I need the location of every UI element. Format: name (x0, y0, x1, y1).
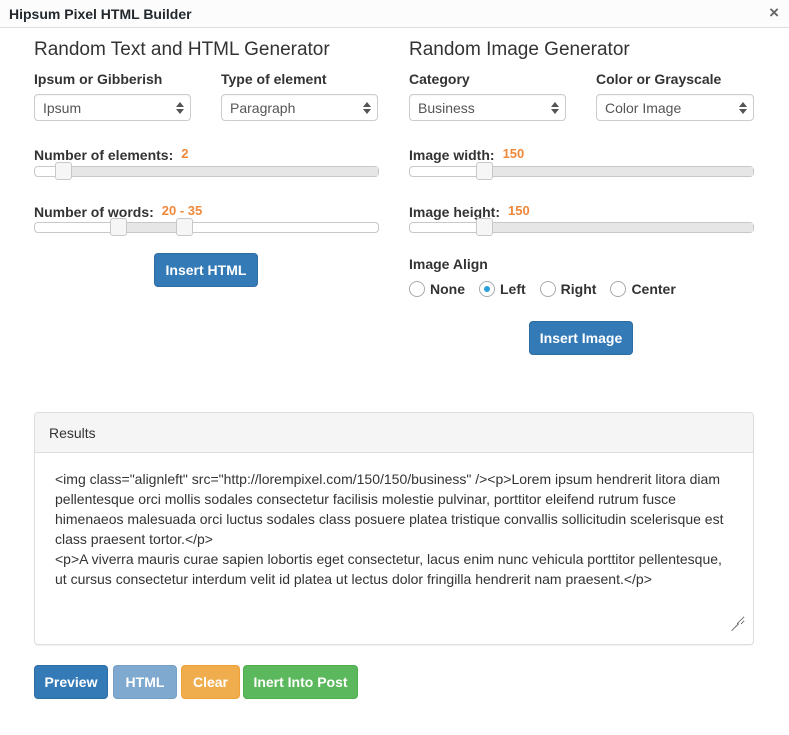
insert-html-button[interactable]: Insert HTML (154, 253, 258, 287)
select-arrows-icon (363, 99, 371, 115)
close-icon[interactable]: × (769, 4, 779, 22)
elements-slider-handle[interactable] (55, 162, 73, 180)
radio-label: Right (560, 281, 597, 297)
radio-button[interactable] (409, 281, 425, 297)
select-arrows-icon (551, 99, 559, 115)
category-select-value: Business (418, 100, 475, 116)
words-slider-handle-max[interactable] (176, 218, 194, 236)
align-option-left[interactable]: Left (479, 281, 526, 297)
image-align-label: Image Align (409, 256, 488, 272)
type-select[interactable]: Paragraph (221, 94, 378, 121)
image-height-slider-track (484, 223, 753, 232)
image-width-value: 150 (502, 146, 525, 161)
words-slider-range (118, 223, 185, 232)
align-option-right[interactable]: Right (539, 281, 597, 297)
image-height-value: 150 (508, 203, 530, 218)
resize-handle-icon[interactable] (731, 616, 739, 624)
category-label: Category (409, 71, 470, 87)
words-slider[interactable] (34, 218, 379, 236)
words-value: 20 - 35 (161, 203, 203, 218)
select-arrows-icon (176, 99, 184, 115)
ipsum-select[interactable]: Ipsum (34, 94, 191, 121)
color-select[interactable]: Color Image (596, 94, 754, 121)
clear-button[interactable]: Clear (181, 665, 240, 699)
radio-button[interactable] (610, 281, 627, 297)
elements-value: 2 (181, 146, 189, 161)
image-generator-heading: Random Image Generator (409, 39, 630, 60)
color-select-value: Color Image (605, 100, 682, 116)
radio-button[interactable] (539, 281, 556, 297)
results-panel: Results <img class="alignleft" src="http… (34, 412, 754, 645)
insert-image-button[interactable]: Insert Image (529, 321, 633, 355)
image-height-label: Image height: 150 (409, 203, 530, 220)
elements-slider[interactable] (34, 162, 379, 180)
words-label-text: Number of words: (34, 204, 154, 220)
radio-label: None (430, 281, 465, 297)
image-height-slider-handle[interactable] (476, 218, 494, 236)
image-height-slider[interactable] (409, 218, 754, 236)
category-select[interactable]: Business (409, 94, 566, 121)
image-width-slider-handle[interactable] (476, 162, 494, 180)
image-align-radio-group: None Left Right Center (409, 279, 690, 299)
radio-label: Left (500, 281, 526, 297)
type-label: Type of element (221, 71, 327, 87)
image-width-label-text: Image width: (409, 147, 495, 163)
image-width-label: Image width: 150 (409, 146, 525, 163)
image-width-slider[interactable] (409, 162, 754, 180)
ipsum-select-value: Ipsum (43, 100, 82, 116)
elements-label: Number of elements: 2 (34, 146, 189, 163)
results-heading: Results (35, 413, 753, 453)
align-option-none[interactable]: None (409, 281, 465, 297)
type-select-value: Paragraph (230, 100, 296, 116)
preview-button[interactable]: Preview (34, 665, 108, 699)
radio-label: Center (631, 281, 676, 297)
select-arrows-icon (739, 99, 747, 115)
window-title: Hipsum Pixel HTML Builder (9, 6, 192, 22)
html-button[interactable]: HTML (113, 665, 177, 699)
color-label: Color or Grayscale (596, 71, 722, 87)
title-bar: Hipsum Pixel HTML Builder × (0, 0, 789, 28)
insert-into-post-button[interactable]: Inert Into Post (243, 665, 358, 699)
elements-slider-track (63, 167, 378, 176)
text-generator-heading: Random Text and HTML Generator (34, 39, 330, 60)
image-width-slider-track (484, 167, 753, 176)
results-textarea[interactable]: <img class="alignleft" src="http://lorem… (43, 461, 745, 625)
words-slider-handle-min[interactable] (110, 218, 128, 236)
align-option-center[interactable]: Center (610, 281, 676, 297)
ipsum-label: Ipsum or Gibberish (34, 71, 163, 87)
elements-label-text: Number of elements: (34, 147, 174, 163)
radio-button[interactable] (479, 281, 495, 297)
